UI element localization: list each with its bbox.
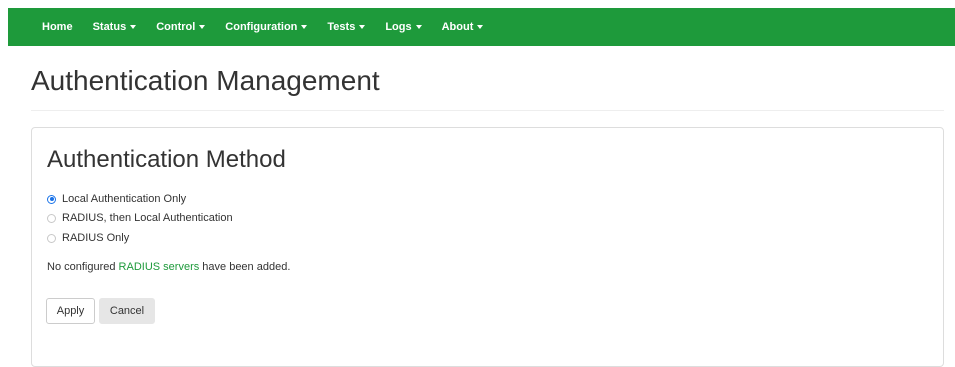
nav-control-label: Control [156, 21, 196, 33]
nav-status[interactable]: Status [93, 21, 137, 33]
radius-servers-note: No configured RADIUS servers have been a… [47, 261, 290, 273]
caret-down-icon [199, 25, 206, 30]
nav-configuration[interactable]: Configuration [225, 21, 308, 33]
note-suffix: have been added. [199, 261, 291, 273]
nav-tests[interactable]: Tests [327, 21, 366, 33]
radio-radius-only-label: RADIUS Only [62, 232, 130, 244]
nav-logs[interactable]: Logs [385, 21, 422, 33]
page-title: Authentication Management [31, 65, 380, 96]
radio-local-only[interactable]: Local Authentication Only [47, 193, 186, 205]
radio-radius-only-input[interactable] [47, 233, 56, 243]
top-navbar: Home Status Control Configuration Tests … [8, 8, 955, 46]
nav-control[interactable]: Control [156, 21, 206, 33]
note-prefix: No configured [47, 261, 119, 273]
radio-local-only-input[interactable] [47, 194, 56, 204]
apply-button[interactable]: Apply [46, 298, 95, 324]
radio-radius-only[interactable]: RADIUS Only [47, 232, 129, 244]
radio-radius-then-local[interactable]: RADIUS, then Local Authentication [47, 212, 233, 224]
nav-home-label: Home [42, 21, 73, 33]
nav-tests-label: Tests [327, 21, 356, 33]
radio-radius-then-local-label: RADIUS, then Local Authentication [62, 212, 233, 224]
auth-method-panel: Authentication Method Local Authenticati… [31, 127, 944, 367]
panel-title: Authentication Method [47, 146, 286, 173]
nav-configuration-label: Configuration [225, 21, 298, 33]
nav-home[interactable]: Home [42, 21, 73, 33]
nav-about[interactable]: About [442, 21, 484, 33]
caret-down-icon [415, 25, 422, 30]
nav-about-label: About [441, 21, 474, 33]
nav-status-label: Status [92, 21, 127, 33]
title-divider [31, 110, 944, 111]
caret-down-icon [130, 25, 137, 30]
caret-down-icon [301, 25, 308, 30]
radio-radius-then-local-input[interactable] [47, 213, 56, 223]
nav-logs-label: Logs [385, 21, 412, 33]
caret-down-icon [359, 25, 366, 30]
cancel-button[interactable]: Cancel [99, 298, 155, 324]
radius-servers-link[interactable]: RADIUS servers [119, 261, 200, 273]
radio-local-only-label: Local Authentication Only [62, 193, 187, 205]
caret-down-icon [477, 25, 484, 30]
